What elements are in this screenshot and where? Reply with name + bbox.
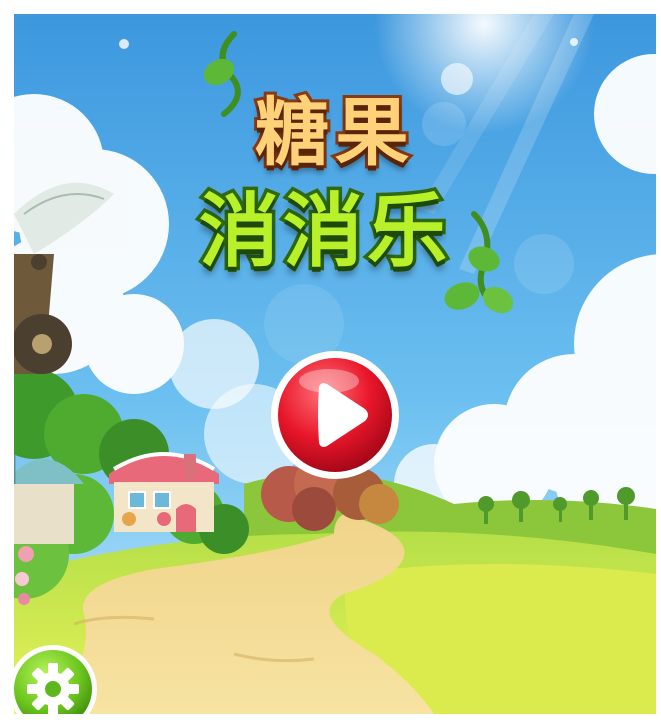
play-icon — [271, 351, 399, 479]
gear-icon — [14, 645, 97, 714]
game-screen: 糖果 消消乐 — [14, 14, 656, 714]
play-button[interactable] — [269, 349, 401, 481]
settings-button[interactable] — [14, 644, 98, 714]
